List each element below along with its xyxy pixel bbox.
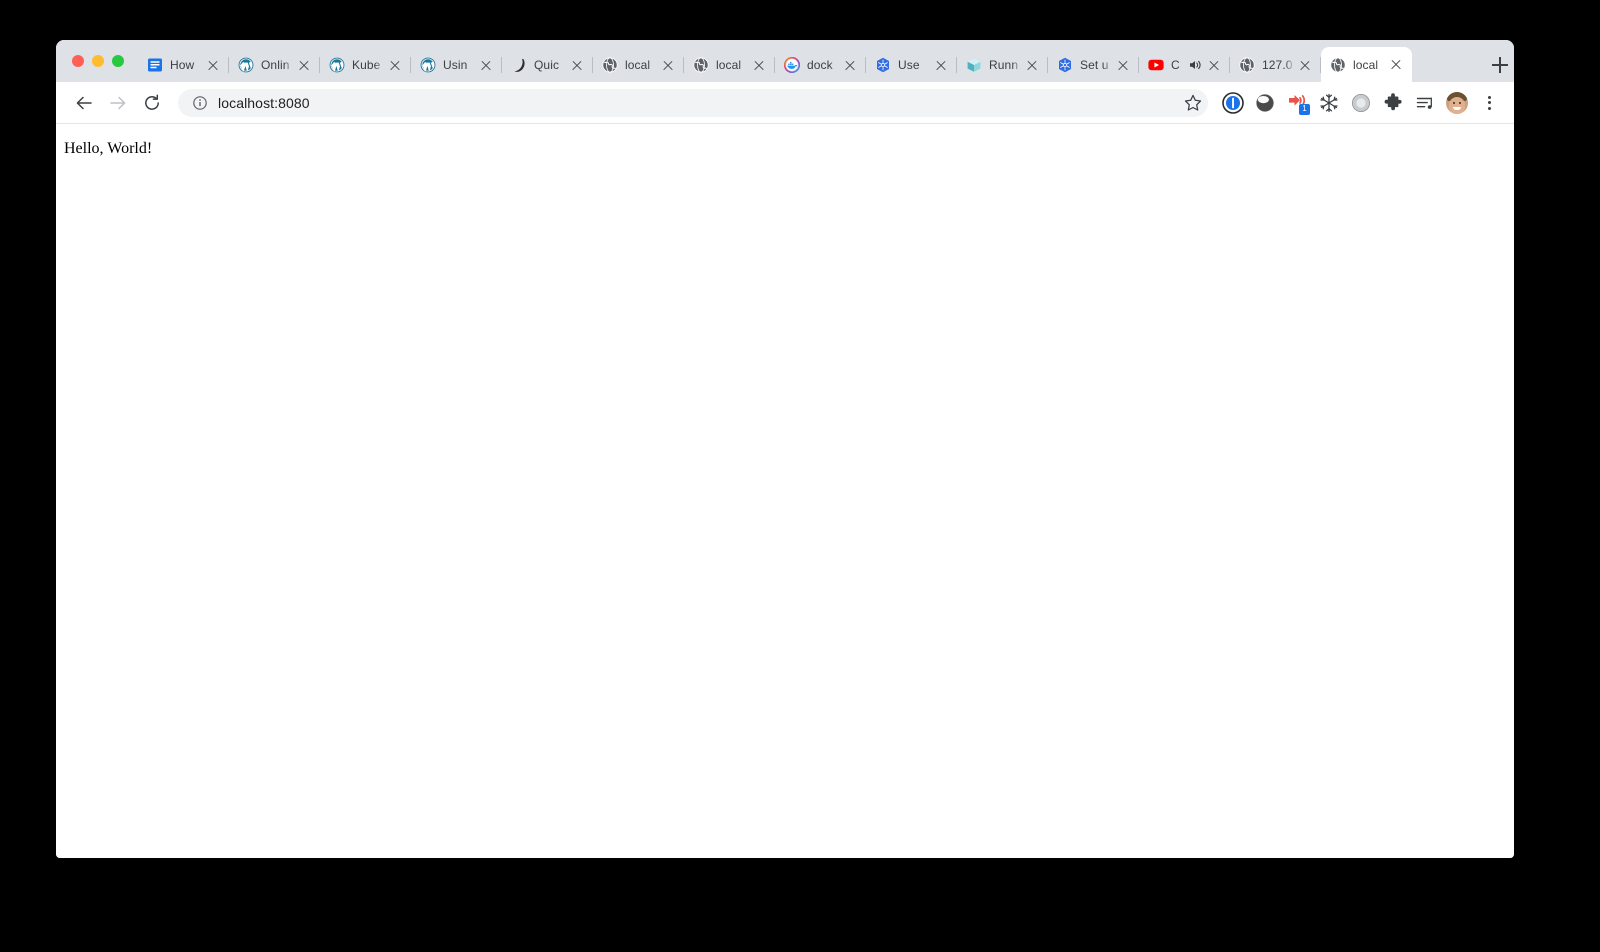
tab-list: How Onlin Kube Usin Quic local local dock Use Run… [138,40,1478,82]
tab-title: Kube [352,58,381,72]
tab-12[interactable]: 127.0 [1230,48,1321,82]
tab-close-button[interactable] [1115,57,1131,73]
tab-close-button[interactable] [569,57,585,73]
tab-title: local [716,58,742,72]
tab-close-button[interactable] [933,57,949,73]
url-text: localhost:8080 [218,94,310,111]
tab-1[interactable]: Onlin [229,48,320,82]
tab-close-button[interactable] [205,57,221,73]
tab-close-button[interactable] [1388,57,1404,73]
vpn-extension-icon[interactable]: 1 [1282,88,1312,118]
tab-strip: How Onlin Kube Usin Quic local local dock Use Run… [56,40,1514,82]
profile-avatar[interactable] [1442,88,1472,118]
site-info-icon[interactable] [192,95,208,111]
page-body-text: Hello, World! [64,140,153,157]
puzzle-extensions-icon[interactable] [1378,88,1408,118]
wordpress-icon [420,57,436,73]
tab-close-button[interactable] [1024,57,1040,73]
tab-10[interactable]: Set u [1048,48,1139,82]
tab-title: 127.0 [1262,58,1293,72]
tab-3[interactable]: Usin [411,48,502,82]
vpn-extension-badge: 1 [1299,103,1310,115]
grammarly-icon[interactable] [1250,88,1280,118]
tab-6[interactable]: local [684,48,775,82]
tab-title: local [625,58,651,72]
tab-close-button[interactable] [1206,57,1222,73]
tab-8[interactable]: Use [866,48,957,82]
youtube-icon [1148,57,1164,73]
new-tab-button[interactable] [1486,51,1514,79]
globe-icon [693,57,709,73]
article-icon [147,57,163,73]
tab-0[interactable]: How [138,48,229,82]
tab-close-button[interactable] [1297,57,1313,73]
tab-title: C [1171,58,1180,72]
maximize-window-button[interactable] [112,55,124,67]
cube-icon [966,57,982,73]
tab-title: How [170,58,195,72]
tab-close-button[interactable] [296,57,312,73]
tab-4[interactable]: Quic [502,48,593,82]
globe-icon [1239,57,1255,73]
globe-icon [602,57,618,73]
tab-11[interactable]: C [1139,48,1230,82]
reading-list-icon[interactable] [1410,88,1440,118]
tab-close-button[interactable] [387,57,403,73]
tab-9[interactable]: Runn [957,48,1048,82]
address-bar[interactable]: localhost:8080 [178,88,1208,117]
close-window-button[interactable] [72,55,84,67]
tab-title: Usin [443,58,468,72]
wordpress-icon [238,57,254,73]
tab-2[interactable]: Kube [320,48,411,82]
bookmark-star-icon[interactable] [1178,88,1208,118]
tab-close-button[interactable] [842,57,858,73]
crescent-icon [511,57,527,73]
minimize-window-button[interactable] [92,55,104,67]
docker-whale-icon [783,56,801,74]
forward-button[interactable] [104,89,132,117]
kubernetes-icon [875,57,891,73]
tab-title: Onlin [261,58,290,72]
tab-title: Set u [1080,58,1109,72]
tab-title: dock [807,58,833,72]
globe-icon [1330,56,1346,73]
chrome-menu-icon[interactable] [1474,88,1504,118]
page-viewport: Hello, World! [56,124,1514,858]
tab-title: Use [898,58,920,72]
browser-toolbar: localhost:8080 1 [56,82,1514,124]
window-traffic-lights [56,40,138,82]
tab-close-button[interactable] [751,57,767,73]
reload-button[interactable] [138,89,166,117]
wordpress-icon [329,57,345,73]
kubernetes-icon [1057,57,1073,73]
tab-title: Runn [989,58,1019,72]
moon-extension-icon[interactable] [1346,88,1376,118]
tab-5[interactable]: local [593,48,684,82]
onepassword-icon[interactable] [1218,88,1248,118]
tab-audio-icon[interactable] [1188,58,1202,72]
tab-title: local [1353,57,1379,72]
tab-title: Quic [534,58,560,72]
browser-window: How Onlin Kube Usin Quic local local dock Use Run… [56,40,1514,858]
tab-close-button[interactable] [478,57,494,73]
back-button[interactable] [70,89,98,117]
snowflake-extension-icon[interactable] [1314,88,1344,118]
tab-7[interactable]: dock [775,48,866,82]
tab-13[interactable]: local [1321,47,1412,82]
tab-close-button[interactable] [660,57,676,73]
